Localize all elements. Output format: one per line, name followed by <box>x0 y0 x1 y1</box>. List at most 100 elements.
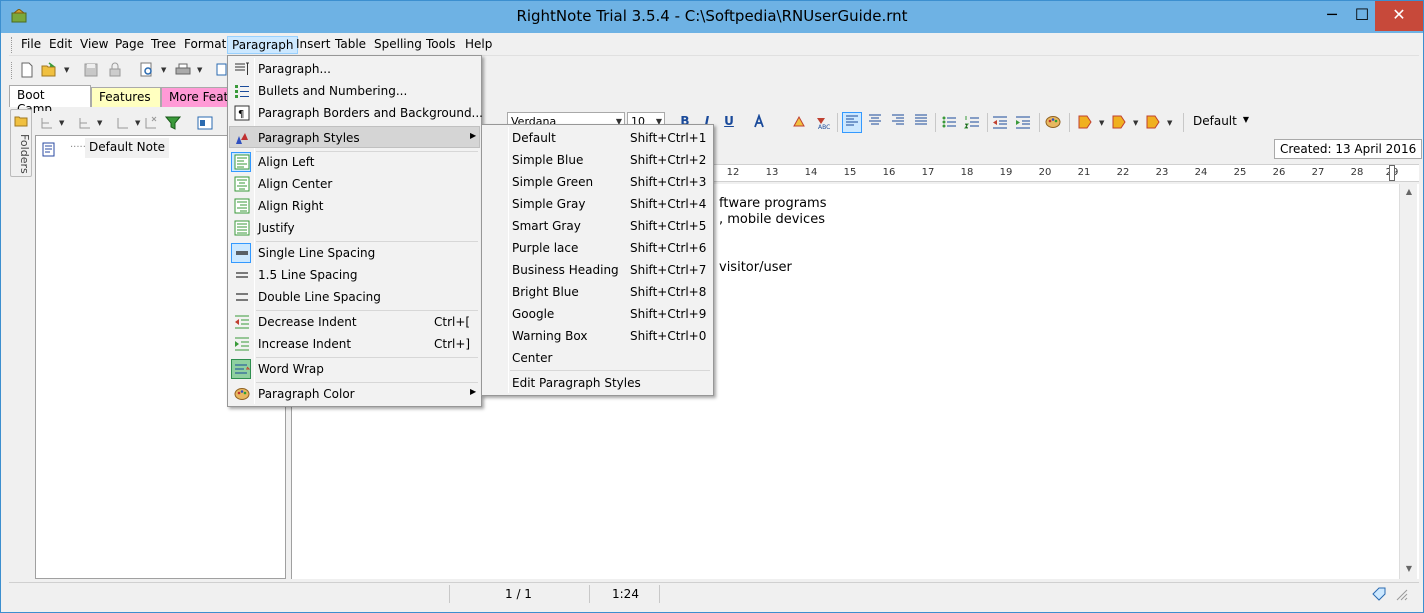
style-tag-dropdown-2[interactable]: ▼ <box>1133 115 1140 131</box>
menu-page[interactable]: Page <box>111 36 148 54</box>
decrease-indent-icon[interactable] <box>992 114 1008 130</box>
menu-item-double-spacing[interactable]: Double Line Spacing <box>230 286 479 308</box>
style-tag-icon-3[interactable] <box>1145 114 1161 130</box>
style-item-simple-green[interactable]: Simple Green Shift+Ctrl+3 <box>484 171 711 193</box>
status-page: 1 / 1 <box>505 587 532 601</box>
title-bar[interactable]: RightNote Trial 3.5.4 - C:\Softpedia\RNU… <box>1 1 1423 33</box>
delete-node-icon[interactable] <box>143 115 159 131</box>
add-node-dropdown-icon[interactable]: ▼ <box>59 115 66 131</box>
resize-grip-icon[interactable] <box>1393 586 1409 602</box>
menu-item-paragraph-borders[interactable]: ¶ Paragraph Borders and Background... <box>230 102 483 124</box>
find-icon[interactable] <box>139 62 155 78</box>
style-tag-dropdown-1[interactable]: ▼ <box>1099 115 1106 131</box>
style-item-simple-blue[interactable]: Simple Blue Shift+Ctrl+2 <box>484 149 711 171</box>
tab-boot-camp[interactable]: Boot Camp <box>9 85 91 116</box>
tag-status-icon[interactable] <box>1371 586 1387 602</box>
menu-item-one-half-spacing[interactable]: 1.5 Line Spacing <box>230 264 479 286</box>
add-node-icon[interactable] <box>39 115 55 131</box>
style-item-edit-paragraph-styles[interactable]: Edit Paragraph Styles <box>484 372 711 394</box>
menu-item-paragraph-styles[interactable]: Paragraph Styles ▶ <box>229 126 480 148</box>
find-dropdown-icon[interactable]: ▼ <box>161 62 168 78</box>
close-button[interactable]: ✕ <box>1375 1 1423 31</box>
menu-item-paragraph[interactable]: Paragraph... <box>230 58 479 80</box>
editor-text-line: ftware programs <box>719 196 827 211</box>
add-child-icon[interactable] <box>77 115 93 131</box>
paragraph-style-combo[interactable]: Default ▼ <box>1189 112 1251 132</box>
paragraph-style-value: Default <box>1193 114 1237 128</box>
print-icon[interactable] <box>175 62 191 78</box>
menu-item-paragraph-color[interactable]: Paragraph Color ▶ <box>230 383 479 405</box>
main-toolbar: ▼ ▼ ▼ <box>9 58 1419 83</box>
print-dropdown-icon[interactable]: ▼ <box>197 62 204 78</box>
style-tag-dropdown-3[interactable]: ▼ <box>1167 115 1174 131</box>
view-toggle-icon[interactable] <box>197 115 213 131</box>
style-item-label: Bright Blue <box>512 285 579 299</box>
menu-item-justify[interactable]: Justify <box>230 217 479 239</box>
style-item-center[interactable]: Center <box>484 347 711 369</box>
menu-insert[interactable]: Insert <box>292 36 334 54</box>
lock-icon[interactable] <box>107 62 123 78</box>
menu-tree[interactable]: Tree <box>147 36 180 54</box>
menu-item-word-wrap[interactable]: Word Wrap <box>230 358 479 380</box>
menu-help[interactable]: Help <box>461 36 496 54</box>
move-node-icon[interactable] <box>115 115 131 131</box>
scroll-up-icon[interactable]: ▲ <box>1403 187 1415 199</box>
editor-scrollbar[interactable]: ▲ ▼ <box>1399 184 1417 579</box>
style-item-purple-lace[interactable]: Purple lace Shift+Ctrl+6 <box>484 237 711 259</box>
menu-item-align-right[interactable]: Align Right <box>230 195 479 217</box>
numbering-icon[interactable] <box>964 114 980 130</box>
bullets-icon[interactable] <box>941 114 957 130</box>
font-color-icon[interactable] <box>751 114 767 130</box>
menu-format[interactable]: Format <box>180 36 230 54</box>
style-item-google[interactable]: Google Shift+Ctrl+9 <box>484 303 711 325</box>
palette-icon[interactable] <box>1045 114 1061 130</box>
menu-item-single-spacing[interactable]: Single Line Spacing <box>230 242 479 264</box>
menu-edit[interactable]: Edit <box>45 36 76 54</box>
tab-features[interactable]: Features <box>91 87 161 107</box>
style-tag-icon-1[interactable] <box>1077 114 1093 130</box>
menu-item-bullets[interactable]: Bullets and Numbering... <box>230 80 479 102</box>
scroll-down-icon[interactable]: ▼ <box>1403 564 1415 576</box>
app-window: RightNote Trial 3.5.4 - C:\Softpedia\RNU… <box>0 0 1424 613</box>
style-item-business-heading[interactable]: Business Heading Shift+Ctrl+7 <box>484 259 711 281</box>
style-tag-icon-2[interactable] <box>1111 114 1127 130</box>
toolbar-grip[interactable] <box>11 62 14 79</box>
justify-button[interactable] <box>911 112 931 133</box>
style-item-warning-box[interactable]: Warning Box Shift+Ctrl+0 <box>484 325 711 347</box>
filter-icon[interactable] <box>165 115 181 131</box>
menu-item-decrease-indent[interactable]: Decrease Indent Ctrl+[ <box>230 311 479 333</box>
menu-item-align-left[interactable]: Align Left <box>230 151 479 173</box>
spellcheck-icon[interactable]: ABC <box>815 114 831 130</box>
align-center-button[interactable] <box>865 112 885 133</box>
menu-table[interactable]: Table <box>331 36 370 54</box>
style-item-shortcut: Shift+Ctrl+9 <box>630 307 707 321</box>
menu-file[interactable]: File <box>17 36 45 54</box>
align-right-button[interactable] <box>888 112 908 133</box>
menu-spelling[interactable]: Spelling <box>370 36 426 54</box>
tree-node-default-note[interactable]: Default Note <box>85 138 170 158</box>
menu-tools[interactable]: Tools <box>422 36 460 54</box>
move-node-dropdown-icon[interactable]: ▼ <box>135 115 142 131</box>
save-icon[interactable] <box>83 62 99 78</box>
editor-text-line: visitor/user <box>719 260 792 275</box>
style-item-bright-blue[interactable]: Bright Blue Shift+Ctrl+8 <box>484 281 711 303</box>
style-item-smart-gray[interactable]: Smart Gray Shift+Ctrl+5 <box>484 215 711 237</box>
open-dropdown-icon[interactable]: ▼ <box>64 62 71 78</box>
style-item-default[interactable]: Default Shift+Ctrl+1 <box>484 127 711 149</box>
folders-sidebar-button[interactable]: Folders <box>10 109 32 177</box>
add-child-dropdown-icon[interactable]: ▼ <box>97 115 104 131</box>
new-file-icon[interactable] <box>19 62 35 78</box>
style-item-simple-gray[interactable]: Simple Gray Shift+Ctrl+4 <box>484 193 711 215</box>
style-dropdown-icon[interactable]: ▼ <box>1243 115 1249 124</box>
right-margin-marker[interactable] <box>1389 165 1395 181</box>
open-folder-icon[interactable] <box>41 62 57 78</box>
highlight-icon[interactable] <box>791 114 807 130</box>
underline-button[interactable]: U <box>719 112 739 133</box>
menu-paragraph[interactable]: Paragraph <box>227 36 299 54</box>
menu-item-increase-indent[interactable]: Increase Indent Ctrl+] <box>230 333 479 355</box>
increase-indent-icon[interactable] <box>1015 114 1031 130</box>
menu-item-align-center[interactable]: Align Center <box>230 173 479 195</box>
menu-view[interactable]: View <box>76 36 112 54</box>
align-left-button[interactable] <box>842 112 862 133</box>
menubar-grip[interactable] <box>11 37 14 53</box>
